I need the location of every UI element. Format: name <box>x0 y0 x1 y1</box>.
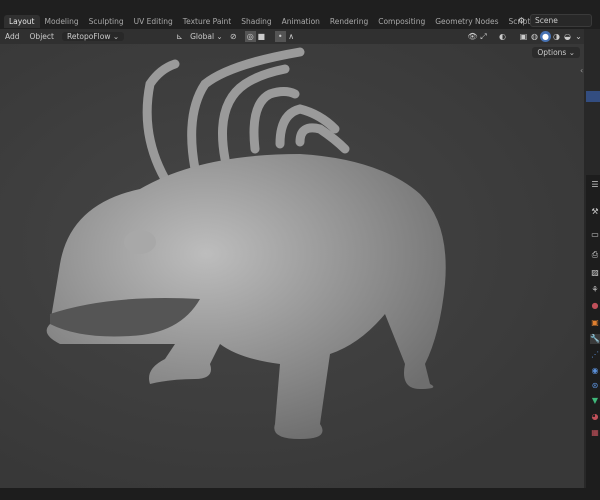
tab-uv-editing[interactable]: UV Editing <box>129 15 178 28</box>
xray-icon[interactable]: ▣ <box>518 31 529 42</box>
solid-shading-icon[interactable]: ● <box>540 31 551 42</box>
physics-icon[interactable]: ◉ <box>590 366 600 376</box>
tab-texture-paint[interactable]: Texture Paint <box>178 15 236 28</box>
tab-modeling[interactable]: Modeling <box>40 15 84 28</box>
wireframe-shading-icon[interactable]: ◍ <box>529 31 540 42</box>
tab-layout[interactable]: Layout <box>4 15 40 28</box>
scene-icon: ⚙ <box>517 16 526 25</box>
rendered-shading-icon[interactable]: ◒ <box>562 31 573 42</box>
status-bar <box>0 488 600 500</box>
world-icon[interactable]: ● <box>590 301 600 311</box>
render-icon[interactable]: ▭ <box>590 230 600 240</box>
texture-icon[interactable]: ▦ <box>590 428 600 438</box>
tab-animation[interactable]: Animation <box>277 15 325 28</box>
scene-name-field[interactable]: Scene <box>530 14 592 27</box>
transform-orientation-icon: ⊾ <box>176 32 183 41</box>
mesh-data-icon[interactable]: ▼ <box>590 396 600 406</box>
snap-target-icon[interactable]: ■ <box>256 31 267 42</box>
proportional-edit-icon[interactable]: • <box>274 31 286 42</box>
top-bar: Layout Modeling Sculpting UV Editing Tex… <box>0 0 600 29</box>
material-icon[interactable]: ◕ <box>590 412 600 422</box>
properties-header-icon[interactable]: ☰ <box>590 180 600 190</box>
shading-options-icon[interactable]: ⌄ <box>573 31 584 42</box>
tab-shading[interactable]: Shading <box>236 15 276 28</box>
workspace-tabs: Layout Modeling Sculpting UV Editing Tex… <box>4 14 565 29</box>
outliner[interactable] <box>586 31 600 174</box>
collapse-sidebar-icon[interactable]: ‹ <box>580 66 583 75</box>
tab-rendering[interactable]: Rendering <box>325 15 373 28</box>
pivot-icon[interactable]: ⊘ <box>228 31 239 42</box>
modifier-wrench-icon[interactable]: 🔧 <box>590 334 600 344</box>
properties-editor[interactable] <box>586 175 600 488</box>
creature-sculpt-model <box>46 47 446 439</box>
3d-viewport[interactable]: Options ⌄ <box>0 44 584 488</box>
retopoflow-menu[interactable]: RetopoFlow ⌄ <box>61 32 125 41</box>
object-menu[interactable]: Object <box>25 32 59 41</box>
constraints-icon[interactable]: ⊛ <box>590 381 600 391</box>
view-layer-icon[interactable]: ▨ <box>590 268 600 278</box>
falloff-icon[interactable]: ∧ <box>286 31 297 42</box>
scene-selector[interactable]: ⚙ Scene <box>516 14 592 27</box>
tab-compositing[interactable]: Compositing <box>373 15 430 28</box>
viewport-header: Add Object RetopoFlow ⌄ ⊾ Global ⌄ ⊘ ◎ ■… <box>0 29 584 44</box>
gizmo-icon[interactable]: ⤢ <box>478 31 489 42</box>
snap-icon[interactable]: ◎ <box>244 31 256 42</box>
outliner-selected-row[interactable] <box>586 91 600 102</box>
visibility-icon[interactable]: 👁 <box>467 31 478 42</box>
add-menu[interactable]: Add <box>0 32 25 41</box>
scene-props-icon[interactable]: ⚘ <box>590 285 600 295</box>
orientation-dropdown[interactable]: Global ⌄ <box>185 32 228 41</box>
object-icon[interactable]: ▣ <box>590 318 600 328</box>
tab-sculpting[interactable]: Sculpting <box>84 15 129 28</box>
tool-icon[interactable]: ⚒ <box>590 207 600 217</box>
overlay-icon[interactable]: ◐ <box>497 31 508 42</box>
material-shading-icon[interactable]: ◑ <box>551 31 562 42</box>
particles-icon[interactable]: ⋰ <box>590 350 600 360</box>
tab-geometry-nodes[interactable]: Geometry Nodes <box>430 15 503 28</box>
output-icon[interactable]: ⎙ <box>590 250 600 260</box>
